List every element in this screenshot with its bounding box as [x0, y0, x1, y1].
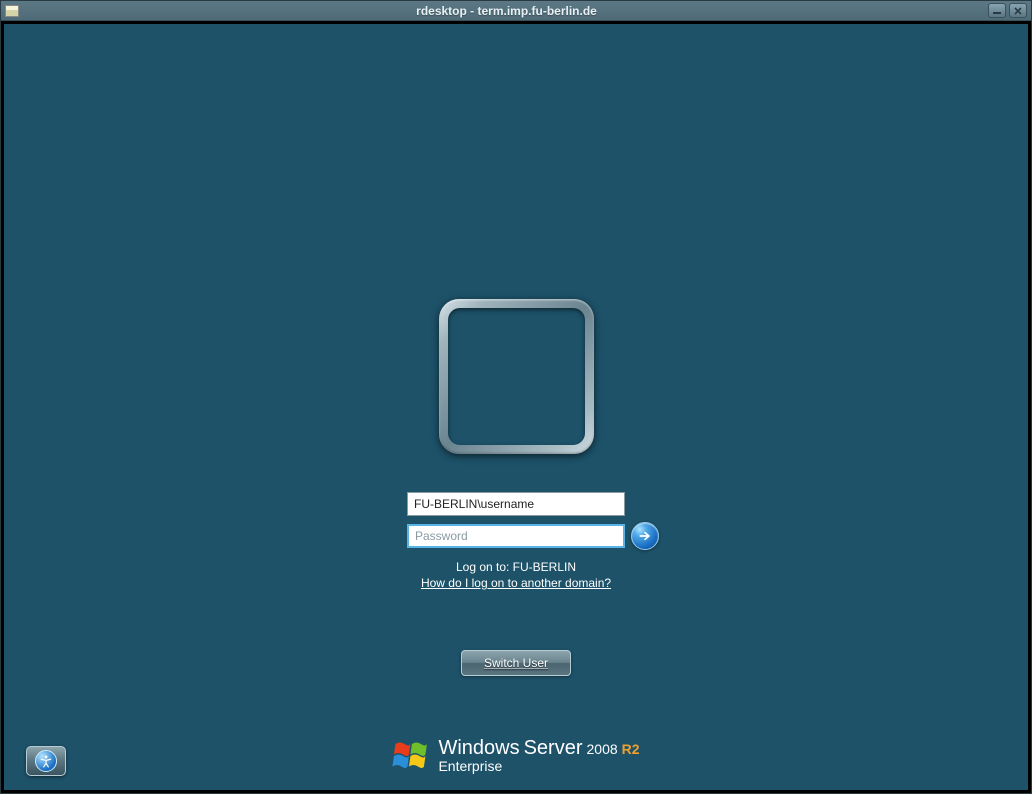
close-icon	[1013, 6, 1023, 16]
window-controls	[988, 3, 1027, 18]
submit-button[interactable]	[631, 522, 659, 550]
username-row	[407, 492, 625, 516]
titlebar[interactable]: rdesktop - term.imp.fu-berlin.de	[1, 1, 1031, 21]
domain-help-link[interactable]: How do I log on to another domain?	[421, 576, 611, 590]
user-picture-frame	[439, 299, 594, 454]
app-icon	[5, 5, 19, 17]
brand-edition: Enterprise	[438, 759, 639, 774]
logon-domain-label: Log on to: FU-BERLIN	[456, 560, 576, 574]
ease-of-access-button[interactable]	[26, 746, 66, 776]
branding-text: Windows Server 2008 R2 Enterprise	[438, 738, 639, 774]
window-frame: rdesktop - term.imp.fu-berlin.de	[0, 0, 1032, 794]
user-picture	[448, 308, 585, 445]
username-input[interactable]	[407, 492, 625, 516]
arrow-right-icon	[637, 528, 653, 544]
ease-of-access-icon	[35, 750, 57, 772]
brand-year: 2008	[586, 742, 617, 757]
switch-user-button[interactable]: Switch User	[461, 650, 571, 676]
switch-user-label: Switch User	[484, 656, 548, 670]
password-row	[407, 524, 625, 548]
brand-server: Server	[524, 738, 583, 759]
os-branding: Windows Server 2008 R2 Enterprise	[392, 738, 639, 774]
password-input[interactable]	[407, 524, 625, 548]
window-title: rdesktop - term.imp.fu-berlin.de	[25, 4, 988, 18]
login-screen: Log on to: FU-BERLIN How do I log on to …	[1, 21, 1031, 793]
login-panel: Log on to: FU-BERLIN How do I log on to …	[407, 299, 625, 676]
brand-r2: R2	[622, 742, 640, 757]
windows-logo-icon	[392, 739, 428, 773]
close-button[interactable]	[1009, 3, 1027, 18]
minimize-button[interactable]	[988, 3, 1006, 18]
minimize-icon	[992, 7, 1002, 15]
brand-windows: Windows	[438, 738, 519, 759]
